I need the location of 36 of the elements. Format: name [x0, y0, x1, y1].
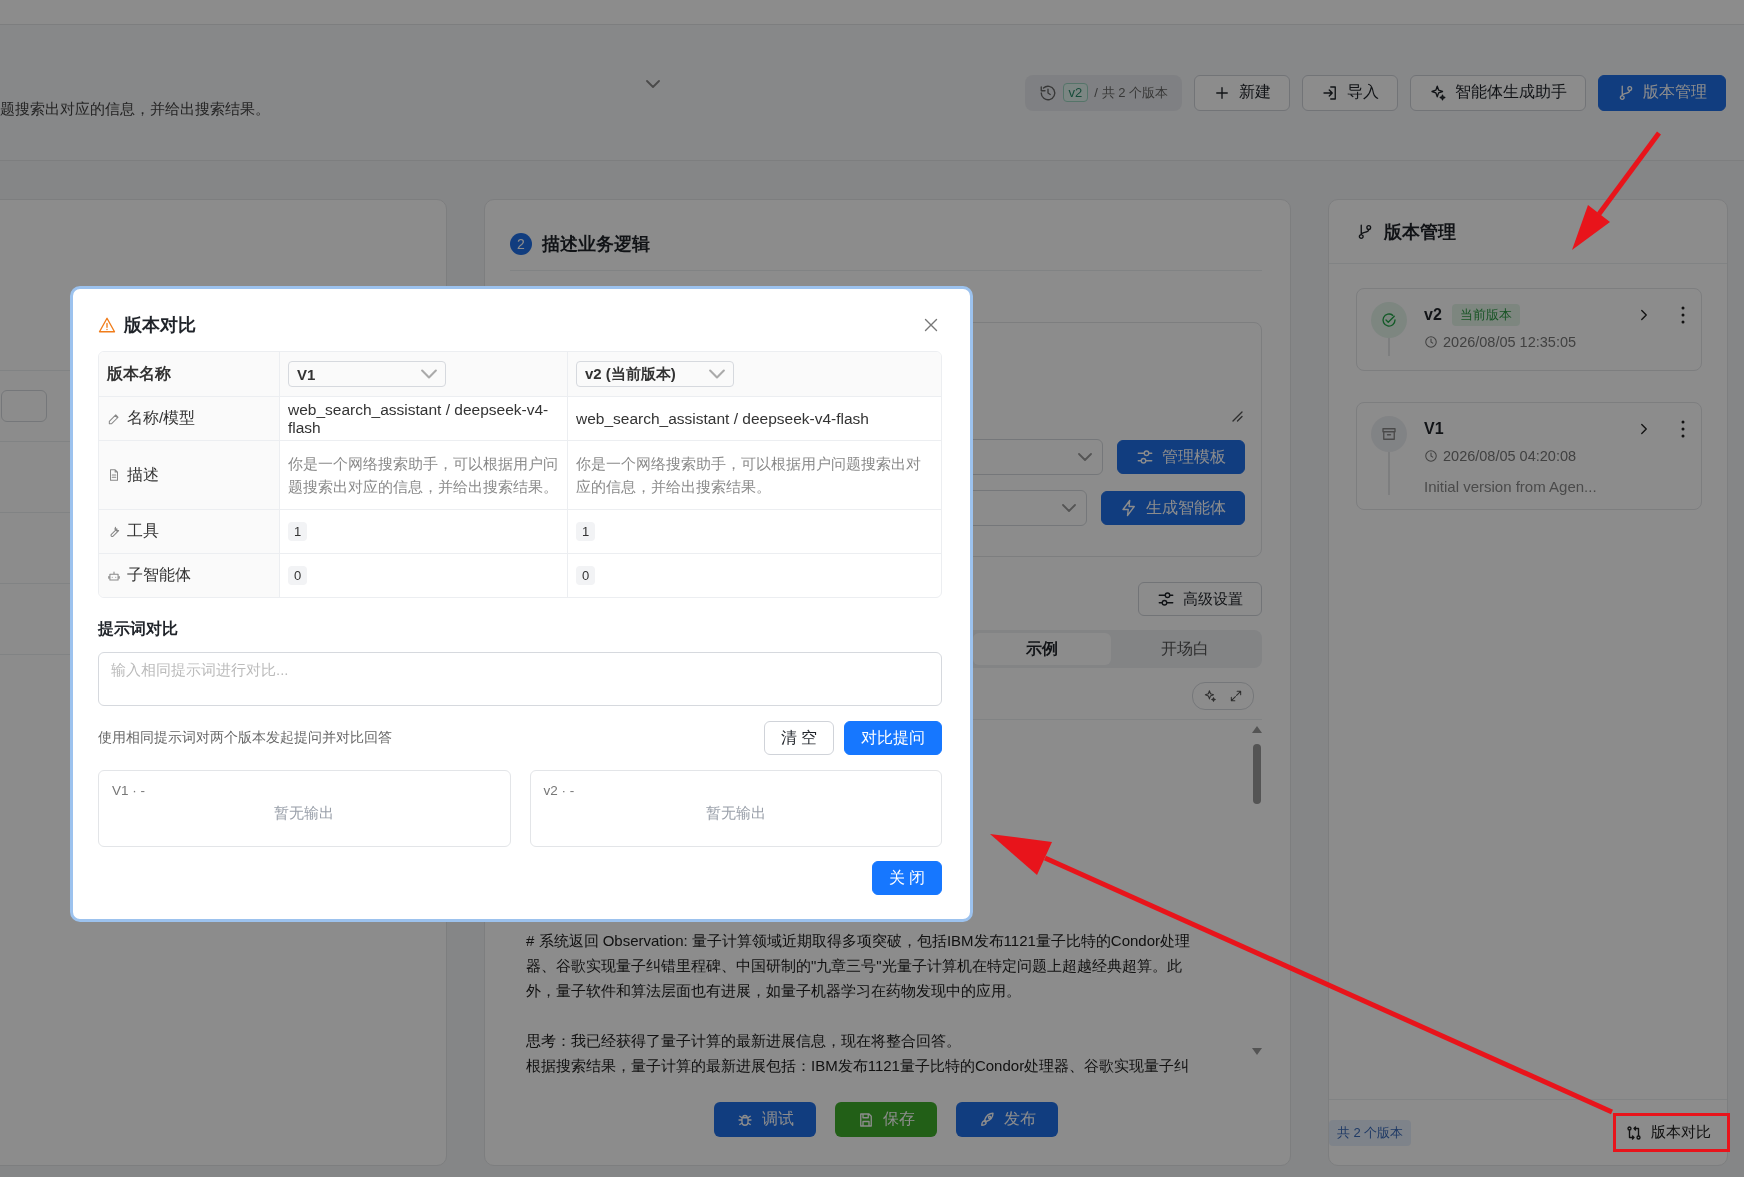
table-header: 版本名称: [107, 363, 171, 384]
step-number: 2: [510, 232, 532, 255]
dialog-title: 版本对比: [124, 314, 196, 337]
table-cell-text: 你是一个网络搜索助手，可以根据用户问题搜索出对应的信息，并给出搜索结果。: [288, 454, 559, 497]
agent-description: 题搜索出对应的信息，并给出搜索结果。: [0, 100, 270, 119]
version-name: V1: [1424, 420, 1444, 438]
log-paragraph: 根据搜索结果，量子计算的最新进展包括：IBM发布1121量子比特的Condor处理器、谷歌实现量子纠: [526, 1056, 1191, 1076]
hint-text: 使用相同提示词对两个版本发起提问并对比回答: [98, 729, 392, 747]
version-note: Initial version from Agen...: [1424, 478, 1598, 495]
log-paragraph: # 系统返回 Observation: 量子计算领域近期取得多项突破，包括IBM发布1121量子比特的Condor处理器、谷歌实现量子纠错里程碑、中国研制的"九章三号"光量子计算机在特定问题上超越经典超算。此外，量子软件和算法层面也有进展，如量子机器学习在药物发现中的应用。: [526, 931, 1191, 1001]
count-badge: 1: [576, 522, 596, 541]
version-time: 2026/08/05 04:20:08: [1443, 448, 1577, 464]
empty-text: 暂无输出: [705, 804, 766, 823]
count-badge: 1: [288, 522, 308, 541]
row-label: 工具: [127, 521, 159, 541]
row-label: 名称/模型: [127, 408, 196, 428]
row-label: 描述: [127, 464, 159, 485]
table-cell-text: web_search_assistant / deepseek-v4-flash: [288, 400, 550, 437]
empty-text: 暂无输出: [274, 804, 335, 823]
output-title: V1 · -: [112, 783, 145, 798]
version-name: v2: [1424, 306, 1442, 324]
version-count: 共 2 个版本: [1329, 1119, 1412, 1146]
version-count: / 共 2 个版本: [1094, 83, 1168, 102]
table-cell: web_search_assistant / deepseek-v4-flash: [576, 409, 869, 428]
current-badge: 当前版本: [1451, 304, 1520, 326]
table-cell-text: 你是一个网络搜索助手，可以根据用户问题搜索出对应的信息，并给出搜索结果。: [576, 454, 922, 497]
count-badge: 0: [576, 566, 596, 585]
version-tag: v2: [1062, 83, 1089, 102]
panel-title: 版本管理: [1384, 220, 1456, 244]
version-time: 2026/08/05 12:35:05: [1443, 334, 1577, 350]
log-paragraph: 思考：我已经获得了量子计算的最新进展信息，现在将整合回答。: [526, 1031, 962, 1051]
row-label: 子智能体: [127, 565, 191, 585]
count-badge: 0: [288, 566, 308, 585]
output-title: v2 · -: [543, 783, 575, 798]
section-label: 提示词对比: [98, 620, 179, 638]
section-title: 描述业务逻辑: [542, 232, 650, 256]
